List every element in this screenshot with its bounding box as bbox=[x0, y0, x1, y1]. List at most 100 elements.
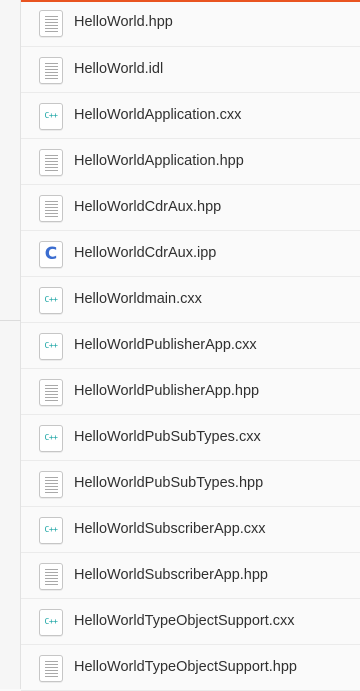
icon-line bbox=[45, 204, 58, 205]
icon-line bbox=[45, 201, 58, 202]
cpp-file-icon: C++ bbox=[39, 287, 63, 314]
icon-line bbox=[45, 584, 58, 585]
text-file-icon bbox=[39, 57, 63, 84]
file-row[interactable]: C++ HelloWorldSubscriberApp.cxx bbox=[21, 507, 360, 553]
icon-line bbox=[45, 69, 58, 70]
file-name: HelloWorldCdrAux.ipp bbox=[74, 245, 217, 261]
icon-line bbox=[45, 385, 58, 386]
file-name: HelloWorldTypeObjectSupport.hpp bbox=[74, 659, 297, 675]
icon-line bbox=[45, 489, 58, 490]
file-name: HelloWorldTypeObjectSupport.cxx bbox=[74, 613, 295, 629]
icon-line bbox=[45, 164, 58, 165]
file-row[interactable]: HelloWorldCdrAux.hpp bbox=[21, 185, 360, 231]
cpp-label: C++ bbox=[44, 525, 58, 534]
file-row[interactable]: HelloWorldSubscriberApp.hpp bbox=[21, 553, 360, 599]
file-list: HelloWorld.hpp HelloWorld.idl C++ HelloWorl… bbox=[21, 0, 360, 691]
icon-line bbox=[45, 480, 58, 481]
icon-line bbox=[45, 492, 58, 493]
cpp-label: C++ bbox=[44, 617, 58, 626]
icon-line bbox=[45, 670, 58, 671]
text-file-icon bbox=[39, 379, 63, 406]
icon-line bbox=[45, 22, 58, 23]
icon-line bbox=[45, 391, 58, 392]
text-file-icon bbox=[39, 471, 63, 498]
file-name: HelloWorldCdrAux.hpp bbox=[74, 199, 222, 215]
icon-line bbox=[45, 28, 58, 29]
icon-line bbox=[45, 63, 58, 64]
file-name: HelloWorld.idl bbox=[74, 61, 164, 77]
icon-line bbox=[45, 667, 58, 668]
icon-line bbox=[45, 581, 58, 582]
sidebar bbox=[0, 0, 21, 689]
file-row[interactable]: C++ HelloWorldTypeObjectSupport.cxx bbox=[21, 599, 360, 645]
file-name: HelloWorldApplication.cxx bbox=[74, 107, 242, 123]
icon-line bbox=[45, 578, 58, 579]
icon-line bbox=[45, 397, 58, 398]
icon-line bbox=[45, 388, 58, 389]
icon-line bbox=[45, 216, 58, 217]
file-name: HelloWorldPublisherApp.cxx bbox=[74, 337, 257, 353]
c-label: C bbox=[44, 244, 58, 264]
icon-line bbox=[45, 19, 58, 20]
file-name: HelloWorldPubSubTypes.hpp bbox=[74, 475, 264, 491]
file-row[interactable]: C HelloWorldCdrAux.ipp bbox=[21, 231, 360, 277]
icon-line bbox=[45, 161, 58, 162]
text-file-icon bbox=[39, 10, 63, 37]
icon-line bbox=[45, 483, 58, 484]
icon-line bbox=[45, 207, 58, 208]
icon-line bbox=[45, 394, 58, 395]
file-row[interactable]: HelloWorld.hpp bbox=[21, 0, 360, 47]
icon-line bbox=[45, 210, 58, 211]
cpp-file-icon: C++ bbox=[39, 333, 63, 360]
icon-line bbox=[45, 661, 58, 662]
c-file-icon: C bbox=[39, 241, 63, 268]
file-row[interactable]: C++ HelloWorldPublisherApp.cxx bbox=[21, 323, 360, 369]
icon-line bbox=[45, 400, 58, 401]
icon-line bbox=[45, 664, 58, 665]
cpp-label: C++ bbox=[44, 433, 58, 442]
sidebar-divider bbox=[0, 320, 21, 321]
file-row[interactable]: C++ HelloWorldPubSubTypes.cxx bbox=[21, 415, 360, 461]
file-name: HelloWorldPublisherApp.hpp bbox=[74, 383, 260, 399]
file-row[interactable]: HelloWorld.idl bbox=[21, 47, 360, 93]
file-name: HelloWorldPubSubTypes.cxx bbox=[74, 429, 261, 445]
cpp-file-icon: C++ bbox=[39, 103, 63, 130]
icon-line bbox=[45, 167, 58, 168]
icon-line bbox=[45, 569, 58, 570]
cpp-label: C++ bbox=[44, 295, 58, 304]
icon-line bbox=[45, 477, 58, 478]
icon-line bbox=[45, 213, 58, 214]
icon-line bbox=[45, 75, 58, 76]
file-row[interactable]: C++ HelloWorldApplication.cxx bbox=[21, 93, 360, 139]
icon-line bbox=[45, 158, 58, 159]
cpp-file-icon: C++ bbox=[39, 425, 63, 452]
file-name: HelloWorldSubscriberApp.hpp bbox=[74, 567, 268, 583]
cpp-file-icon: C++ bbox=[39, 517, 63, 544]
icon-line bbox=[45, 572, 58, 573]
icon-line bbox=[45, 72, 58, 73]
icon-line bbox=[45, 16, 58, 17]
icon-line bbox=[45, 170, 58, 171]
cpp-label: C++ bbox=[44, 111, 58, 120]
icon-line bbox=[45, 155, 58, 156]
icon-line bbox=[45, 25, 58, 26]
file-name: HelloWorldApplication.hpp bbox=[74, 153, 244, 169]
text-file-icon bbox=[39, 149, 63, 176]
icon-line bbox=[45, 66, 58, 67]
text-file-icon bbox=[39, 655, 63, 682]
icon-line bbox=[45, 78, 58, 79]
text-file-icon bbox=[39, 195, 63, 222]
icon-line bbox=[45, 676, 58, 677]
file-name: HelloWorld.hpp bbox=[74, 14, 173, 30]
file-row[interactable]: HelloWorldApplication.hpp bbox=[21, 139, 360, 185]
icon-line bbox=[45, 575, 58, 576]
icon-line bbox=[45, 486, 58, 487]
file-row[interactable]: C++ HelloWorldmain.cxx bbox=[21, 277, 360, 323]
cpp-file-icon: C++ bbox=[39, 609, 63, 636]
file-row[interactable]: HelloWorldPublisherApp.hpp bbox=[21, 369, 360, 415]
cpp-label: C++ bbox=[44, 341, 58, 350]
text-file-icon bbox=[39, 563, 63, 590]
file-row[interactable]: HelloWorldPubSubTypes.hpp bbox=[21, 461, 360, 507]
file-row[interactable]: HelloWorldTypeObjectSupport.hpp bbox=[21, 645, 360, 691]
file-name: HelloWorldSubscriberApp.cxx bbox=[74, 521, 266, 537]
